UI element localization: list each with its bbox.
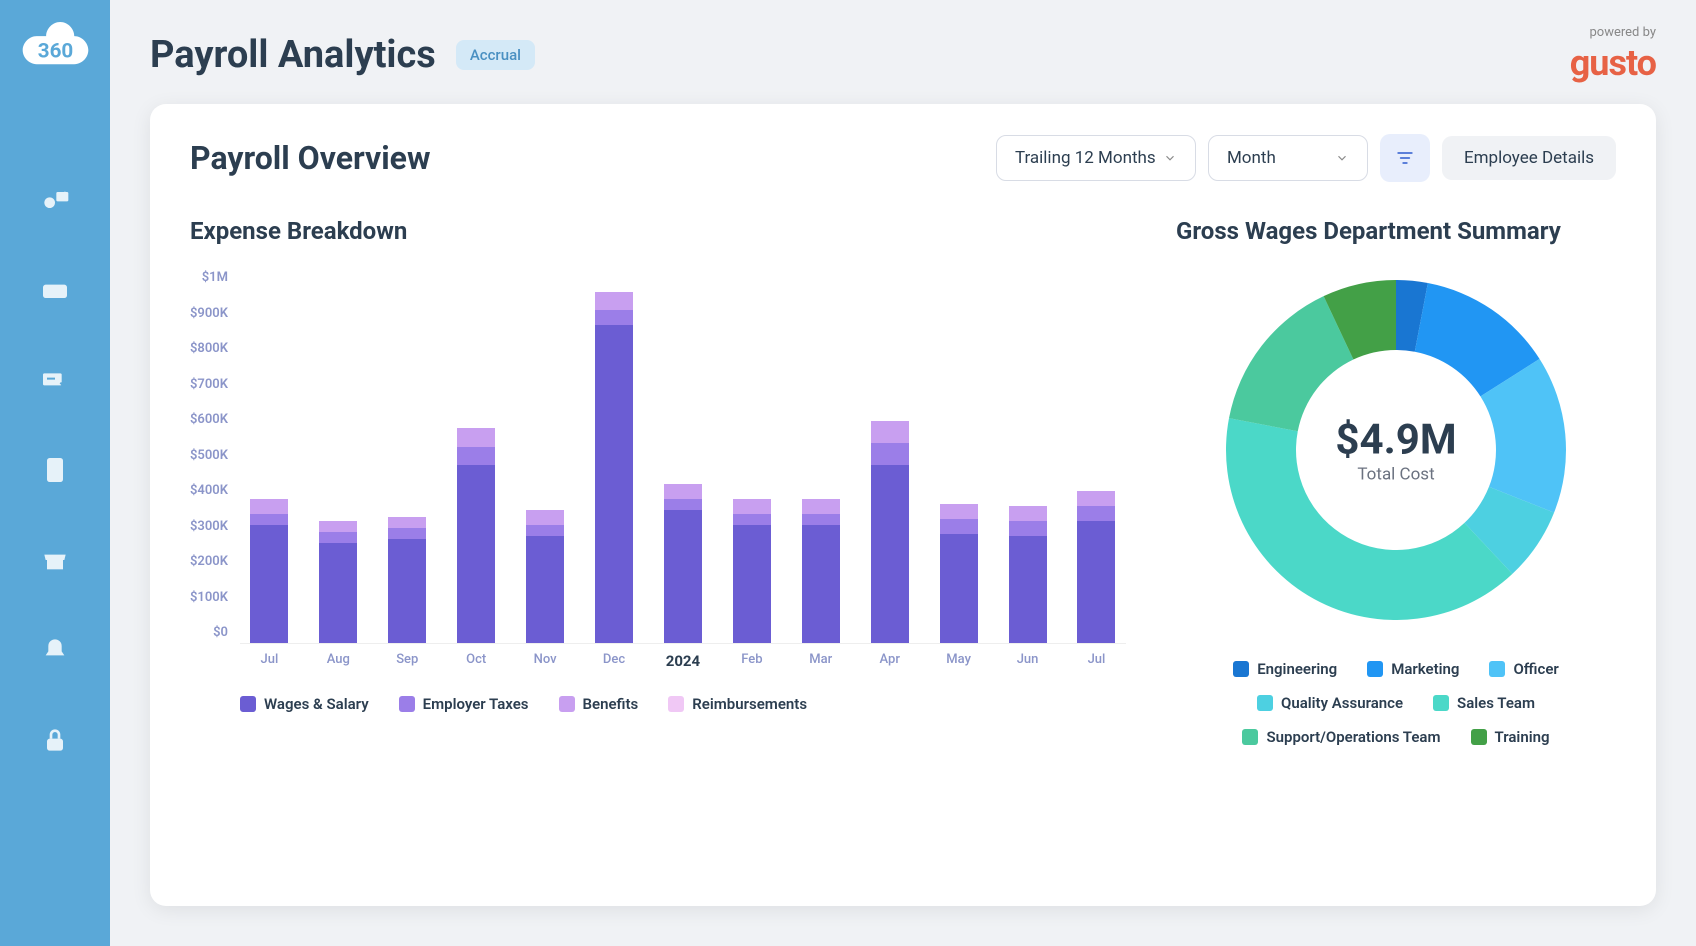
chevron-down-icon bbox=[1163, 151, 1177, 165]
page-title: Payroll Analytics bbox=[150, 33, 436, 77]
legend-marketing: Marketing bbox=[1367, 660, 1459, 678]
page-header: Payroll Analytics Accrual powered by gus… bbox=[110, 0, 1696, 104]
employee-details-button[interactable]: Employee Details bbox=[1442, 136, 1616, 180]
logo-360: 360 bbox=[18, 20, 93, 80]
gusto-logo: gusto bbox=[1570, 42, 1656, 84]
nav-dashboard-icon[interactable] bbox=[35, 180, 75, 220]
bars-container bbox=[240, 270, 1126, 644]
nav-bell-icon[interactable] bbox=[35, 630, 75, 670]
legend-officer: Officer bbox=[1489, 660, 1558, 678]
legend-engineering: Engineering bbox=[1233, 660, 1337, 678]
nav-reports-icon[interactable] bbox=[35, 450, 75, 490]
expense-chart-title: Expense Breakdown bbox=[190, 217, 1126, 245]
x-axis: JulAugSepOctNovDec2024FebMarAprMayJunJul bbox=[240, 652, 1126, 670]
powered-by-brand: powered by gusto bbox=[1570, 25, 1656, 84]
nav-checks-icon[interactable] bbox=[35, 360, 75, 400]
department-summary-chart: Gross Wages Department Summary $4.9M Tot… bbox=[1176, 217, 1616, 746]
overview-title: Payroll Overview bbox=[190, 139, 430, 177]
legend-benefits: Benefits bbox=[559, 695, 639, 713]
legend-training: Training bbox=[1471, 728, 1550, 746]
legend-taxes: Employer Taxes bbox=[399, 695, 529, 713]
filter-button[interactable] bbox=[1380, 134, 1430, 182]
donut-legend: Engineering Marketing Officer Quality As… bbox=[1176, 660, 1616, 746]
legend-sales: Sales Team bbox=[1433, 694, 1535, 712]
svg-text:360: 360 bbox=[37, 40, 72, 64]
filter-icon bbox=[1395, 148, 1415, 168]
accrual-badge: Accrual bbox=[456, 40, 535, 70]
granularity-dropdown[interactable]: Month bbox=[1208, 135, 1368, 181]
nav-store-icon[interactable] bbox=[35, 540, 75, 580]
donut-center-label: Total Cost bbox=[1335, 465, 1456, 485]
expense-legend: Wages & Salary Employer Taxes Benefits R… bbox=[190, 695, 1126, 713]
powered-by-label: powered by bbox=[1570, 25, 1656, 40]
nav-payroll-icon[interactable] bbox=[35, 270, 75, 310]
period-dropdown[interactable]: Trailing 12 Months bbox=[996, 135, 1196, 181]
granularity-value: Month bbox=[1227, 148, 1276, 168]
chevron-down-icon bbox=[1335, 151, 1349, 165]
sidebar: 360 bbox=[0, 0, 110, 946]
donut-center-value: $4.9M bbox=[1335, 416, 1456, 465]
y-axis: $1M$900K$800K$700K$600K$500K$400K$300K$2… bbox=[190, 270, 240, 640]
expense-breakdown-chart: Expense Breakdown $1M$900K$800K$700K$600… bbox=[190, 217, 1126, 746]
legend-support: Support/Operations Team bbox=[1242, 728, 1440, 746]
legend-reimb: Reimbursements bbox=[668, 695, 807, 713]
legend-wages: Wages & Salary bbox=[240, 695, 369, 713]
overview-card: Payroll Overview Trailing 12 Months Mont… bbox=[150, 104, 1656, 906]
nav-lock-icon[interactable] bbox=[35, 720, 75, 760]
legend-qa: Quality Assurance bbox=[1257, 694, 1403, 712]
period-value: Trailing 12 Months bbox=[1015, 148, 1156, 168]
donut-title: Gross Wages Department Summary bbox=[1176, 217, 1616, 245]
